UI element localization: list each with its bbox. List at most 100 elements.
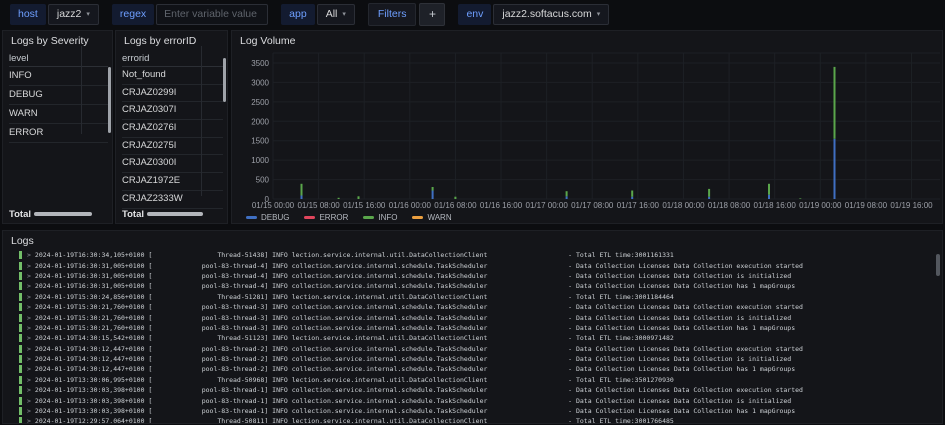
log-line-text: 2024-01-19T16:30:31,005+0100 [pool-83-th… xyxy=(34,271,792,280)
table-column-header[interactable]: errorid xyxy=(122,51,223,67)
expand-chevron-icon[interactable]: > xyxy=(27,334,31,342)
log-line-text: 2024-01-19T16:30:31,005+0100 [pool-83-th… xyxy=(34,261,803,270)
x-axis-tick-label: 01/19 08:00 xyxy=(845,201,888,210)
panel-logs-by-severity: Logs by Severity level INFO DEBUG WARN ERRO… xyxy=(2,30,113,224)
expand-chevron-icon[interactable]: > xyxy=(27,303,31,311)
x-axis-tick-label: 01/18 16:00 xyxy=(754,201,797,210)
expand-chevron-icon[interactable]: > xyxy=(27,417,31,423)
horizontal-scrollbar[interactable] xyxy=(34,212,92,216)
log-line-text: 2024-01-19T14:30:12,447+0100 [pool-83-th… xyxy=(34,344,803,353)
table-row: CRJAZ0299I xyxy=(122,85,223,103)
log-row[interactable]: >2024-01-19T16:30:31,005+0100 [pool-83-t… xyxy=(19,271,934,281)
expand-chevron-icon[interactable]: > xyxy=(27,355,31,363)
expand-chevron-icon[interactable]: > xyxy=(27,251,31,259)
table-row: CRJAZ0307I xyxy=(122,102,223,121)
chart-legend: DEBUG ERROR INFO WARN xyxy=(246,213,452,222)
host-variable-select[interactable]: jazz2 ▾ xyxy=(47,3,99,25)
horizontal-scrollbar[interactable] xyxy=(147,212,203,216)
expand-chevron-icon[interactable]: > xyxy=(27,397,31,405)
legend-item-warn[interactable]: WARN xyxy=(412,213,452,222)
expand-chevron-icon[interactable]: > xyxy=(27,376,31,384)
log-row[interactable]: >2024-01-19T13:30:03,398+0100 [pool-83-t… xyxy=(19,385,934,395)
log-row[interactable]: >2024-01-19T13:30:03,398+0100 [pool-83-t… xyxy=(19,406,934,416)
expand-chevron-icon[interactable]: > xyxy=(27,314,31,322)
x-axis-tick-label: 01/19 00:00 xyxy=(799,201,842,210)
panel-title[interactable]: Logs xyxy=(3,231,942,251)
expand-chevron-icon[interactable]: > xyxy=(27,365,31,373)
log-line-text: 2024-01-19T12:29:57,064+0100 [Thread-508… xyxy=(34,417,674,423)
panel-title[interactable]: Logs by Severity xyxy=(3,31,112,51)
vertical-scrollbar[interactable] xyxy=(108,67,111,133)
log-line-text: 2024-01-19T13:30:03,398+0100 [pool-83-th… xyxy=(34,407,796,416)
expand-chevron-icon[interactable]: > xyxy=(27,407,31,415)
add-filter-button[interactable]: + xyxy=(419,2,446,26)
log-row[interactable]: >2024-01-19T16:30:34,105+0100 [Thread-51… xyxy=(19,250,934,260)
log-row[interactable]: >2024-01-19T16:30:31,005+0100 [pool-83-t… xyxy=(19,281,934,291)
table-column-header[interactable]: level xyxy=(9,51,108,67)
log-level-indicator-icon xyxy=(19,386,22,395)
env-variable-select[interactable]: jazz2.softacus.com ▾ xyxy=(493,3,610,25)
log-row[interactable]: >2024-01-19T15:30:24,856+0100 [Thread-51… xyxy=(19,292,934,302)
panel-title[interactable]: Log Volume xyxy=(232,31,942,51)
chevron-down-icon: ▾ xyxy=(342,10,346,18)
panel-title[interactable]: Logs by errorID xyxy=(116,31,227,51)
log-row[interactable]: >2024-01-19T14:30:12,447+0100 [pool-83-t… xyxy=(19,364,934,374)
variable-app: app All ▾ xyxy=(281,3,355,25)
log-line-text: 2024-01-19T16:30:34,105+0100 [Thread-514… xyxy=(34,251,674,260)
log-row[interactable]: >2024-01-19T12:29:57,064+0100 [Thread-50… xyxy=(19,416,934,423)
panel-logs-by-errorid: Logs by errorID errorid Not_found CRJAZ02… xyxy=(115,30,228,224)
log-row[interactable]: >2024-01-19T14:30:12,447+0100 [pool-83-t… xyxy=(19,354,934,364)
x-axis-tick-label: 01/17 00:00 xyxy=(526,201,569,210)
chevron-down-icon: ▾ xyxy=(86,10,90,18)
y-axis-tick-label: 3000 xyxy=(251,78,269,87)
log-line-text: 2024-01-19T14:30:12,447+0100 [pool-83-th… xyxy=(34,365,796,374)
adhoc-filters: Filters + xyxy=(367,2,446,26)
x-axis-tick-label: 01/17 16:00 xyxy=(617,201,660,210)
x-axis-tick-label: 01/15 00:00 xyxy=(252,201,295,210)
table-row: CRJAZ0300I xyxy=(122,155,223,174)
bar-info xyxy=(708,188,711,197)
x-axis-tick-label: 01/19 16:00 xyxy=(890,201,933,210)
table-row: DEBUG xyxy=(9,86,108,105)
y-axis-tick-label: 1000 xyxy=(251,156,269,165)
legend-label: DEBUG xyxy=(261,213,290,222)
expand-chevron-icon[interactable]: > xyxy=(27,324,31,332)
table-footer: Total xyxy=(9,209,106,220)
log-row[interactable]: >2024-01-19T13:30:03,398+0100 [pool-83-t… xyxy=(19,395,934,405)
log-row[interactable]: >2024-01-19T15:30:21,760+0100 [pool-83-t… xyxy=(19,312,934,322)
log-row[interactable]: >2024-01-19T15:30:21,760+0100 [pool-83-t… xyxy=(19,323,934,333)
log-level-indicator-icon xyxy=(19,407,22,416)
log-row[interactable]: >2024-01-19T14:30:15,542+0100 [Thread-51… xyxy=(19,333,934,343)
log-level-indicator-icon xyxy=(19,282,22,291)
bar-debug xyxy=(708,196,711,199)
table-column-divider xyxy=(81,46,82,134)
panel-log-volume: Log Volume 0 500 1000 1500 2000 2500 3000 3500 0… xyxy=(231,30,943,224)
regex-variable-input[interactable] xyxy=(156,3,269,25)
vertical-scrollbar[interactable] xyxy=(223,58,226,102)
log-level-indicator-icon xyxy=(19,292,22,301)
severity-table: level INFO DEBUG WARN ERROR xyxy=(9,51,108,143)
expand-chevron-icon[interactable]: > xyxy=(27,282,31,290)
bar-debug xyxy=(431,190,434,199)
log-line-text: 2024-01-19T15:30:21,760+0100 [pool-83-th… xyxy=(34,323,796,332)
vertical-scrollbar[interactable] xyxy=(936,254,940,276)
expand-chevron-icon[interactable]: > xyxy=(27,345,31,353)
bar-debug xyxy=(300,195,303,199)
legend-item-error[interactable]: ERROR xyxy=(304,213,348,222)
filters-button[interactable]: Filters xyxy=(367,2,417,26)
log-row[interactable]: >2024-01-19T16:30:31,005+0100 [pool-83-t… xyxy=(19,260,934,270)
expand-chevron-icon[interactable]: > xyxy=(27,293,31,301)
expand-chevron-icon[interactable]: > xyxy=(27,386,31,394)
expand-chevron-icon[interactable]: > xyxy=(27,262,31,270)
bar-info xyxy=(300,183,303,196)
log-row[interactable]: >2024-01-19T15:30:21,760+0100 [pool-83-t… xyxy=(19,302,934,312)
log-row[interactable]: >2024-01-19T14:30:12,447+0100 [pool-83-t… xyxy=(19,344,934,354)
log-row[interactable]: >2024-01-19T13:30:06,995+0100 [Thread-50… xyxy=(19,375,934,385)
log-line-text: 2024-01-19T15:30:24,856+0100 [Thread-512… xyxy=(34,292,674,301)
app-variable-select[interactable]: All ▾ xyxy=(316,3,355,25)
variable-env: env jazz2.softacus.com ▾ xyxy=(458,3,610,25)
expand-chevron-icon[interactable]: > xyxy=(27,272,31,280)
legend-item-info[interactable]: INFO xyxy=(363,213,397,222)
legend-item-debug[interactable]: DEBUG xyxy=(246,213,289,222)
log-volume-chart[interactable]: 050010001500200025003000350001/15 00:00 0… xyxy=(232,51,942,213)
